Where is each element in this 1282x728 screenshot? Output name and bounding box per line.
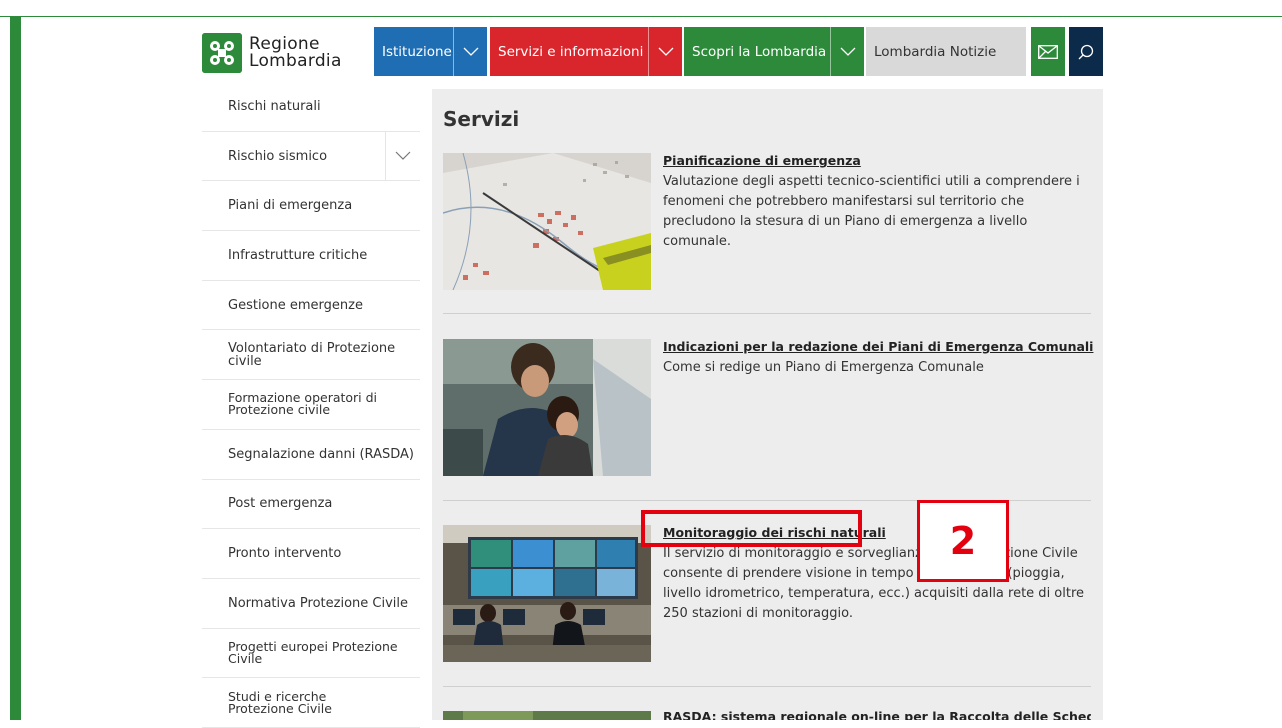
sidebar-item-label: Segnalazione danni (RASDA) bbox=[228, 446, 414, 462]
sidebar-item-label: Infrastrutture critiche bbox=[228, 247, 368, 263]
chevron-down-icon[interactable] bbox=[453, 27, 487, 76]
step-number-badge: 2 bbox=[917, 500, 1009, 582]
chevron-down-icon[interactable] bbox=[830, 27, 864, 76]
sidebar-item-gestione-emergenze[interactable]: Gestione emergenze bbox=[202, 281, 420, 331]
sidebar-item-post-emergenza[interactable]: Post emergenza bbox=[202, 480, 420, 530]
nav-scopri-label[interactable]: Scopri la Lombardia bbox=[684, 27, 830, 76]
nav-lombardia-notizie[interactable]: Lombardia Notizie bbox=[866, 27, 1026, 76]
satellite-map-photo[interactable] bbox=[443, 711, 651, 720]
search-icon[interactable] bbox=[1069, 27, 1103, 76]
sidebar-item-label: Rischio sismico bbox=[228, 148, 328, 164]
sidebar-item-label: Volontariato di Protezione civile bbox=[228, 340, 396, 369]
sidebar-item-infrastrutture[interactable]: Infrastrutture critiche bbox=[202, 231, 420, 281]
nav-servizi-label[interactable]: Servizi e informazioni bbox=[490, 27, 648, 76]
left-accent-bar bbox=[10, 16, 21, 720]
sidebar-item-label: Formazione operatori di Protezione civil… bbox=[228, 390, 378, 418]
sidebar-item-label: Normativa Protezione Civile bbox=[228, 595, 409, 611]
sidebar-item-label: Rischi naturali bbox=[228, 98, 321, 114]
services-panel: Servizi Pianificazione di emergenza Valu… bbox=[432, 89, 1103, 720]
logo-text: Regione Lombardia bbox=[249, 36, 342, 70]
nav-servizi[interactable]: Servizi e informazioni bbox=[490, 27, 682, 76]
sidebar-item-progetti-europei[interactable]: Progetti europei Protezione Civile bbox=[202, 629, 420, 679]
service-description: Come si redige un Piano di Emergenza Com… bbox=[663, 360, 984, 375]
divider bbox=[443, 313, 1091, 314]
chevron-down-icon[interactable] bbox=[648, 27, 682, 76]
service-description: Valutazione degli aspetti tecnico-scient… bbox=[663, 174, 1080, 249]
sidebar-item-rischio-sismico[interactable]: Rischio sismico bbox=[202, 131, 420, 182]
sidebar-item-label: Piani di emergenza bbox=[228, 198, 353, 214]
top-border bbox=[0, 16, 1282, 17]
service-title-link[interactable]: RASDA: sistema regionale on-line per la … bbox=[663, 711, 1091, 720]
sidebar-item-segnalazione-danni[interactable]: Segnalazione danni (RASDA) bbox=[202, 430, 420, 480]
sidebar-item-formazione[interactable]: Formazione operatori di Protezione civil… bbox=[202, 380, 420, 430]
service-item: Pianificazione di emergenza Valutazione … bbox=[443, 153, 1091, 290]
logo-line2: Lombardia bbox=[249, 51, 342, 71]
emergency-map-photo[interactable] bbox=[443, 153, 651, 290]
sidebar-item-label: Gestione emergenze bbox=[228, 297, 363, 313]
search-button[interactable] bbox=[1069, 27, 1103, 76]
divider bbox=[443, 686, 1091, 687]
lombardia-rose-icon bbox=[202, 33, 242, 73]
service-title-link[interactable]: Indicazioni per la redazione dei Piani d… bbox=[663, 339, 1093, 354]
sidebar-item-normativa[interactable]: Normativa Protezione Civile bbox=[202, 579, 420, 629]
page-title: Servizi bbox=[443, 107, 520, 131]
service-item: Indicazioni per la redazione dei Piani d… bbox=[443, 339, 1093, 476]
sidebar-item-label: Studi e ricerche Protezione Civile bbox=[228, 688, 332, 716]
sidebar-item-label: Progetti europei Protezione Civile bbox=[228, 638, 398, 666]
sidebar-item-label: Pronto intervento bbox=[228, 546, 342, 562]
nav-notizie-label[interactable]: Lombardia Notizie bbox=[866, 27, 1026, 76]
nav-istituzione[interactable]: Istituzione bbox=[374, 27, 487, 76]
nav-istituzione-label[interactable]: Istituzione bbox=[374, 27, 453, 76]
regione-lombardia-logo[interactable]: Regione Lombardia bbox=[202, 32, 352, 74]
sidebar-item-piani-emergenza[interactable]: Piani di emergenza bbox=[202, 181, 420, 232]
newsletter-button[interactable] bbox=[1031, 27, 1065, 76]
control-room-photo[interactable] bbox=[443, 525, 651, 662]
highlight-box bbox=[641, 510, 862, 547]
nav-scopri[interactable]: Scopri la Lombardia bbox=[684, 27, 864, 76]
chevron-down-icon[interactable] bbox=[385, 131, 420, 180]
sidebar-item-studi-ricerche[interactable]: Studi e ricerche Protezione Civile bbox=[202, 678, 420, 728]
sidebar-item-label: Post emergenza bbox=[228, 496, 333, 512]
planning-team-photo[interactable] bbox=[443, 339, 651, 476]
service-description: Il servizio di monitoraggio e sorveglian… bbox=[663, 546, 1085, 621]
sidebar-menu: Rischi naturali Rischio sismico Piani di… bbox=[202, 82, 420, 728]
sidebar-item-pronto-intervento[interactable]: Pronto intervento bbox=[202, 529, 420, 579]
sidebar-item-rischi-naturali[interactable]: Rischi naturali bbox=[202, 82, 420, 132]
envelope-icon[interactable] bbox=[1031, 27, 1065, 76]
service-title-link[interactable]: Pianificazione di emergenza bbox=[663, 153, 861, 168]
sidebar-item-volontariato[interactable]: Volontariato di Protezione civile bbox=[202, 330, 420, 381]
service-item: RASDA: sistema regionale on-line per la … bbox=[443, 711, 1091, 720]
